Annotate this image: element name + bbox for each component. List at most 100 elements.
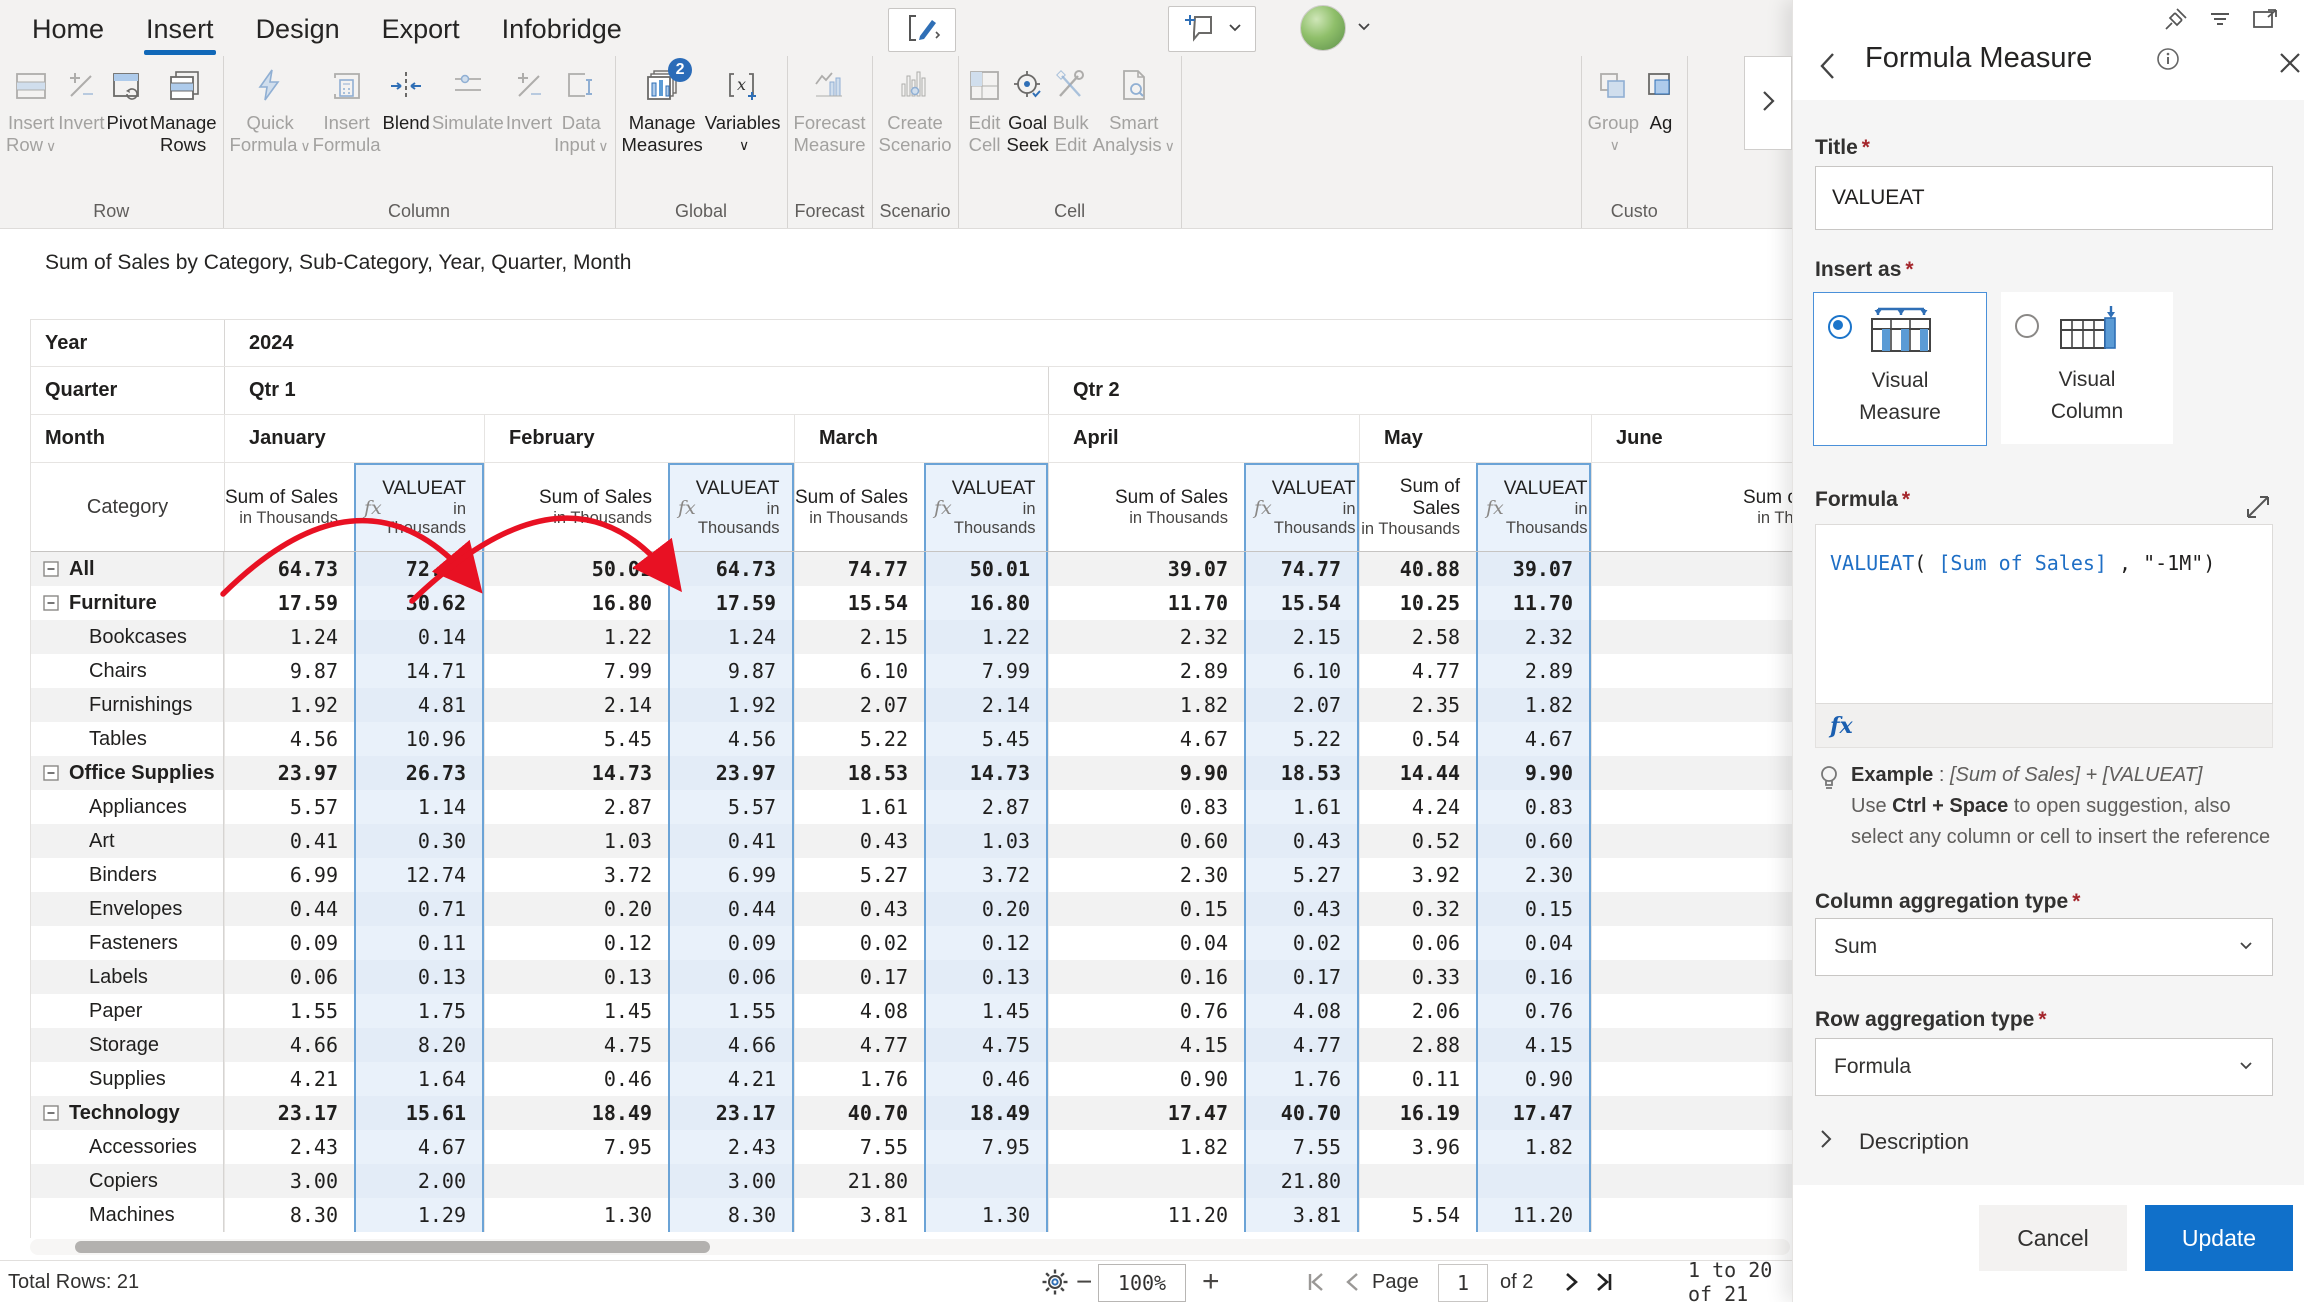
cell[interactable]: 0.43 [794,824,924,858]
cell[interactable]: 21.80 [1244,1164,1359,1198]
cell[interactable] [1591,1198,1793,1232]
row-label[interactable]: Tables [31,722,224,756]
cell[interactable]: 3.72 [924,858,1048,892]
cell[interactable] [1591,960,1793,994]
category-header[interactable]: Category [31,463,224,551]
cell[interactable]: 14.44 [1359,756,1476,790]
cell[interactable]: 0.60 [1048,824,1244,858]
radio-icon[interactable] [2015,314,2039,338]
row-aggregation-select[interactable]: Formula [1815,1038,2273,1096]
cell[interactable]: 9.90 [1476,756,1591,790]
cell[interactable]: 16.19 [1359,1096,1476,1130]
measure-header-sum[interactable]: Sum of Salesin Thousands [1048,463,1244,551]
cell[interactable]: 0.90 [1048,1062,1244,1096]
month-may[interactable]: May [1359,415,1591,462]
cell[interactable]: 2.14 [924,688,1048,722]
tab-insert[interactable]: Insert [132,10,228,55]
cell[interactable]: 0.83 [1476,790,1591,824]
cell[interactable]: 0.11 [1359,1062,1476,1096]
row-label[interactable]: Labels [31,960,224,994]
cell[interactable]: 0.12 [924,926,1048,960]
cell[interactable]: 2.07 [1244,688,1359,722]
cell[interactable]: 4.81 [354,688,484,722]
cell[interactable]: 7.55 [1244,1130,1359,1164]
cell[interactable]: 0.44 [224,892,354,926]
cell[interactable]: 0.32 [1359,892,1476,926]
cell[interactable]: 4.77 [1244,1028,1359,1062]
cell[interactable]: 0.54 [1359,722,1476,756]
cell[interactable]: 4.77 [794,1028,924,1062]
cell[interactable]: 0.60 [1476,824,1591,858]
cell[interactable]: 0.43 [1244,892,1359,926]
cell[interactable]: 5.57 [668,790,794,824]
cell[interactable]: 0.17 [1244,960,1359,994]
cell[interactable]: 23.97 [224,756,354,790]
cell[interactable]: 0.46 [484,1062,668,1096]
row-label[interactable]: Furnishings [31,688,224,722]
cell[interactable]: 0.71 [354,892,484,926]
cell[interactable]: 0.20 [484,892,668,926]
cell[interactable]: 1.30 [484,1198,668,1232]
cell[interactable]: 4.24 [1359,790,1476,824]
cell[interactable]: 1.22 [924,620,1048,654]
cell[interactable]: 1.24 [224,620,354,654]
cell[interactable]: 14.73 [484,756,668,790]
cell[interactable]: 23.17 [668,1096,794,1130]
measure-header-valueat[interactable]: fxVALUEATin Thousands [1476,463,1591,551]
cell[interactable]: 74.77 [1244,552,1359,586]
cell[interactable]: 1.30 [924,1198,1048,1232]
row-label[interactable]: Binders [31,858,224,892]
cell[interactable]: 0.15 [1476,892,1591,926]
cell[interactable]: 23.97 [668,756,794,790]
cell[interactable]: 0.44 [668,892,794,926]
row-label[interactable]: Envelopes [31,892,224,926]
cell[interactable]: 1.22 [484,620,668,654]
cell[interactable]: 39.07 [1476,552,1591,586]
cell[interactable]: 16.80 [484,586,668,620]
cell[interactable]: 21.80 [794,1164,924,1198]
cell[interactable]: 0.06 [668,960,794,994]
cell[interactable] [1591,926,1793,960]
cell[interactable]: 0.14 [354,620,484,654]
measure-header-sum[interactable]: Sum of Salesin Thousands [484,463,668,551]
cell[interactable]: 2.07 [794,688,924,722]
collapse-icon[interactable] [43,595,59,611]
cell[interactable]: 6.99 [668,858,794,892]
cell[interactable]: 3.00 [224,1164,354,1198]
cell[interactable] [1591,552,1793,586]
cell[interactable]: 7.99 [484,654,668,688]
row-label[interactable]: Bookcases [31,620,224,654]
cell[interactable] [1591,824,1793,858]
cell[interactable]: 5.27 [1244,858,1359,892]
cell[interactable]: 0.16 [1048,960,1244,994]
collapse-icon[interactable] [43,1105,59,1121]
ag-button[interactable]: Ag [1641,58,1681,134]
cell[interactable]: 17.47 [1048,1096,1244,1130]
cell[interactable]: 1.82 [1476,688,1591,722]
last-page-button[interactable] [1592,1261,1618,1302]
cell[interactable] [1591,1096,1793,1130]
expand-panel-icon[interactable] [2251,6,2279,37]
cell[interactable]: 50.01 [484,552,668,586]
cell[interactable]: 18.49 [924,1096,1048,1130]
column-aggregation-select[interactable]: Sum [1815,918,2273,976]
month-june[interactable]: June [1591,415,1793,462]
cell[interactable]: 4.15 [1476,1028,1591,1062]
cell[interactable]: 17.59 [224,586,354,620]
cell[interactable]: 3.81 [794,1198,924,1232]
description-expander[interactable]: Description [1817,1128,1969,1156]
cell[interactable]: 1.61 [794,790,924,824]
cell[interactable]: 64.73 [668,552,794,586]
cell[interactable]: 11.70 [1476,586,1591,620]
cell[interactable]: 26.73 [354,756,484,790]
cell[interactable]: 3.72 [484,858,668,892]
cancel-button[interactable]: Cancel [1979,1205,2127,1271]
cell[interactable]: 1.76 [1244,1062,1359,1096]
cell[interactable]: 0.76 [1048,994,1244,1028]
cell[interactable]: 1.61 [1244,790,1359,824]
measure-header-valueat[interactable]: fxVALUEATin Thousands [354,463,484,551]
pin-icon[interactable] [2163,6,2189,37]
cell[interactable]: 2.88 [1359,1028,1476,1062]
row-label[interactable]: Appliances [31,790,224,824]
month-january[interactable]: January [224,415,484,462]
